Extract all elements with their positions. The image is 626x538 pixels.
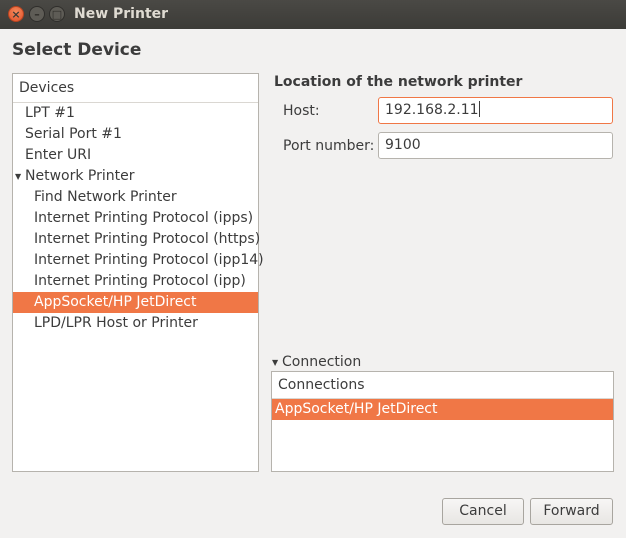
device-item-label: Network Printer — [25, 168, 135, 184]
close-window-button[interactable]: × — [8, 6, 24, 22]
connections-column-header[interactable]: Connections — [272, 372, 613, 399]
device-item-ipp14[interactable]: Internet Printing Protocol (ipp14) — [13, 250, 264, 271]
location-section-title: Location of the network printer — [274, 74, 523, 90]
expander-down-icon[interactable]: ▼ — [15, 166, 25, 187]
page-title: Select Device — [12, 40, 142, 60]
device-item-lpt1[interactable]: LPT #1 — [13, 103, 258, 124]
devices-column-header[interactable]: Devices — [13, 74, 258, 103]
host-input[interactable]: 192.168.2.11 — [378, 97, 613, 124]
device-item-ipp[interactable]: Internet Printing Protocol (ipp) — [13, 271, 258, 292]
port-input[interactable]: 9100 — [378, 132, 613, 159]
host-label: Host: — [283, 103, 320, 119]
title-bar: × – □ New Printer — [0, 0, 626, 29]
device-item-network-printer[interactable]: ▼ Network Printer — [13, 166, 258, 187]
host-value: 192.168.2.11 — [385, 102, 479, 118]
connection-expander-label: Connection — [282, 354, 362, 370]
device-item-serial-port[interactable]: Serial Port #1 — [13, 124, 258, 145]
connection-item-appsocket[interactable]: AppSocket/HP JetDirect — [272, 399, 613, 420]
maximize-window-button[interactable]: □ — [49, 6, 65, 22]
text-caret — [478, 101, 480, 117]
device-item-ipps[interactable]: Internet Printing Protocol (ipps) — [13, 208, 258, 229]
expander-down-icon: ▼ — [272, 358, 279, 367]
cancel-button[interactable]: Cancel — [442, 498, 524, 525]
minimize-icon: – — [34, 7, 40, 21]
port-label: Port number: — [283, 138, 375, 154]
minimize-window-button[interactable]: – — [29, 6, 45, 22]
close-icon: × — [11, 7, 21, 21]
device-item-find-network-printer[interactable]: Find Network Printer — [13, 187, 258, 208]
maximize-icon: □ — [51, 7, 63, 21]
device-item-enter-uri[interactable]: Enter URI — [13, 145, 258, 166]
connections-list[interactable]: Connections AppSocket/HP JetDirect — [271, 371, 614, 472]
device-item-lpd-lpr[interactable]: LPD/LPR Host or Printer — [13, 313, 258, 334]
devices-list[interactable]: Devices LPT #1 Serial Port #1 Enter URI … — [12, 73, 264, 472]
window-title: New Printer — [74, 6, 169, 22]
connection-expander[interactable]: ▼ Connection — [272, 354, 361, 370]
port-value: 9100 — [385, 137, 421, 153]
device-item-https[interactable]: Internet Printing Protocol (https) — [13, 229, 260, 250]
forward-button[interactable]: Forward — [530, 498, 613, 525]
device-item-appsocket[interactable]: AppSocket/HP JetDirect — [13, 292, 258, 313]
